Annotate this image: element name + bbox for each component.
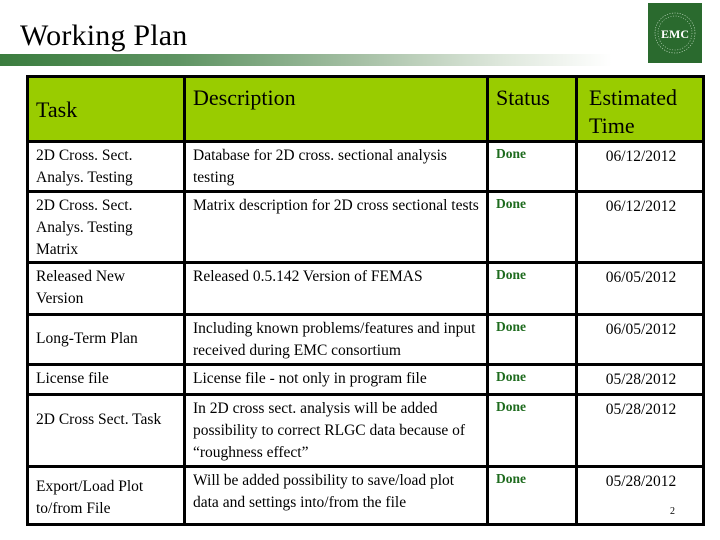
task-cell: 2D Cross Sect. Task (26, 393, 186, 468)
status-badge: Done (496, 399, 526, 414)
description-cell: Will be added possibility to save/load p… (183, 465, 489, 526)
page-number: 2 (670, 506, 675, 517)
table-header-row: Task Description Status Estimated Time (26, 75, 705, 143)
status-cell: Done (486, 313, 578, 366)
description-cell: In 2D cross sect. analysis will be added… (183, 393, 489, 468)
task-cell: Export/Load Plot to/from File (26, 465, 186, 526)
table-row: License file License file - not only in … (26, 363, 705, 396)
status-badge: Done (496, 146, 526, 161)
status-cell: Done (486, 465, 578, 526)
description-cell: Released 0.5.142 Version of FEMAS (183, 261, 489, 316)
description-cell: Matrix description for 2D cross sectiona… (183, 190, 489, 264)
working-plan-table: Task Description Status Estimated Time 2D… (26, 75, 705, 526)
status-badge: Done (496, 319, 526, 334)
estimated-time-cell: 06/12/2012 (575, 190, 705, 264)
column-header-task: Task (26, 75, 186, 143)
status-cell: Done (486, 393, 578, 468)
emc-lab-logo-icon: EMC (648, 3, 702, 63)
status-cell: Done (486, 190, 578, 264)
task-cell: Released New Version (26, 261, 186, 316)
description-cell: Including known problems/features and in… (183, 313, 489, 366)
task-cell: 2D Cross. Sect. Analys. Testing (26, 140, 186, 193)
description-cell: License file - not only in program file (183, 363, 489, 396)
status-cell: Done (486, 261, 578, 316)
slide-title: Working Plan (20, 19, 188, 52)
column-header-status: Status (486, 75, 578, 143)
column-header-description: Description (183, 75, 489, 143)
task-cell: 2D Cross. Sect. Analys. Testing Matrix (26, 190, 186, 264)
status-badge: Done (496, 471, 526, 486)
table-row: Released New Version Released 0.5.142 Ve… (26, 261, 705, 316)
task-cell: Long-Term Plan (26, 313, 186, 366)
status-cell: Done (486, 140, 578, 193)
estimated-time-cell: 05/28/2012 (575, 393, 705, 468)
task-cell: License file (26, 363, 186, 396)
table-row: Long-Term Plan Including known problems/… (26, 313, 705, 366)
table-row: Export/Load Plot to/from File Will be ad… (26, 465, 705, 526)
table-row: 2D Cross. Sect. Analys. Testing Matrix M… (26, 190, 705, 264)
table-row: 2D Cross Sect. Task In 2D cross sect. an… (26, 393, 705, 468)
status-badge: Done (496, 369, 526, 384)
estimated-time-cell: 06/05/2012 (575, 313, 705, 366)
title-gradient-bar (0, 54, 720, 66)
table-row: 2D Cross. Sect. Analys. Testing Database… (26, 140, 705, 193)
status-badge: Done (496, 196, 526, 211)
status-badge: Done (496, 267, 526, 282)
description-cell: Database for 2D cross. sectional analysi… (183, 140, 489, 193)
column-header-estimated-time: Estimated Time (575, 75, 705, 143)
estimated-time-cell: 05/28/2012 (575, 465, 705, 526)
logo-text: EMC (661, 27, 689, 41)
status-cell: Done (486, 363, 578, 396)
estimated-time-cell: 06/05/2012 (575, 261, 705, 316)
estimated-time-cell: 06/12/2012 (575, 140, 705, 193)
estimated-time-cell: 05/28/2012 (575, 363, 705, 396)
